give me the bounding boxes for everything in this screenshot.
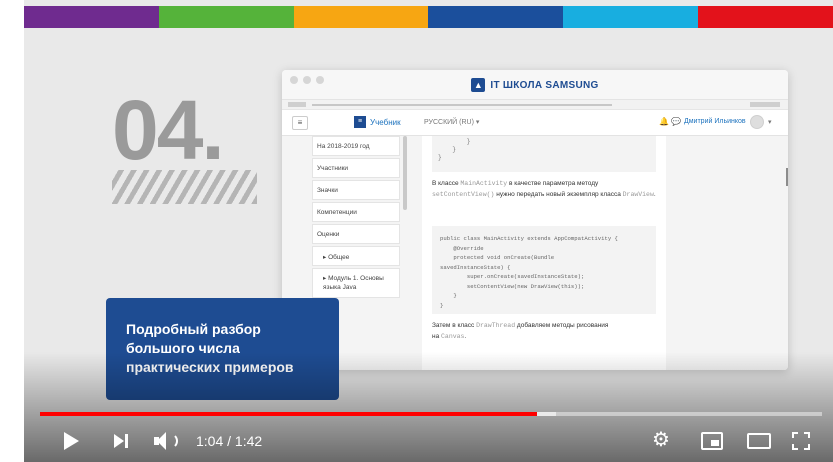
- played-bar: [40, 412, 537, 416]
- inline-code: Canvas: [441, 333, 465, 340]
- site-name: Учебник: [370, 118, 401, 127]
- text: добавляем методы рисования: [515, 322, 609, 329]
- menu-icon: ≡: [292, 116, 308, 130]
- site-logo-icon: ≡: [354, 116, 366, 128]
- miniplayer-icon[interactable]: [701, 432, 723, 450]
- sidebar-item-competencies: Компетенции: [312, 202, 400, 222]
- color-stripe: [563, 6, 699, 28]
- graduation-cap-icon: ▲: [471, 78, 486, 92]
- inline-code: setContentView(): [432, 191, 495, 198]
- next-icon[interactable]: [114, 432, 132, 450]
- text: на: [432, 333, 442, 340]
- sidebar-scrollbar: [403, 136, 407, 210]
- sidebar-item-module-1: ▸ Модуль 1. Основы языка Java: [312, 268, 400, 298]
- paragraph-1: В классе MainActivity в качестве парамет…: [432, 178, 658, 200]
- video-frame[interactable]: 04. ▲ IT ШКОЛА SAMSUNG ≡ ≡ Учебник РУССК…: [24, 0, 833, 462]
- time-display: 1:04 / 1:42: [196, 433, 263, 449]
- color-stripe: [428, 6, 564, 28]
- browser-body: На 2018-2019 год Участники Значки Компет…: [282, 136, 788, 370]
- color-stripes: [24, 6, 833, 28]
- chat-icon: 💬: [671, 117, 681, 126]
- sidebar-item-participants: Участники: [312, 158, 400, 178]
- sidebar-item-general: ▸ Общее: [312, 246, 400, 266]
- language-selector: РУССКИЙ (RU) ▾: [424, 119, 480, 126]
- inline-code: DrawView: [622, 191, 654, 198]
- gear-icon[interactable]: ⚙: [652, 428, 670, 452]
- browser-actions: [750, 102, 780, 107]
- avatar: [750, 115, 764, 129]
- browser-window: ▲ IT ШКОЛА SAMSUNG ≡ ≡ Учебник РУССКИЙ (…: [282, 70, 788, 370]
- color-stripe: [24, 6, 159, 28]
- color-stripe: [158, 6, 294, 28]
- moodle-navbar: ≡ ≡ Учебник РУССКИЙ (RU) ▾ 🔔 💬 Дмитрий И…: [282, 110, 788, 136]
- play-icon[interactable]: [64, 432, 79, 450]
- text: В классе: [432, 180, 461, 187]
- chevron-down-icon: ▾: [768, 119, 772, 126]
- caption-line: Подробный разбор: [126, 321, 261, 337]
- brand-title: IT ШКОЛА SAMSUNG: [490, 79, 599, 91]
- inline-code: MainActivity: [460, 180, 508, 187]
- user-name: Дмитрий Ильинков: [684, 118, 746, 125]
- volume-icon[interactable]: [154, 430, 180, 452]
- slide-number: 04.: [112, 83, 225, 177]
- bell-icon: 🔔: [659, 117, 669, 126]
- lesson-content: } } } В классе MainActivity в качестве п…: [422, 136, 666, 370]
- caption-box: Подробный разбор большого числа практиче…: [106, 298, 339, 400]
- sidebar-item-badges: Значки: [312, 180, 400, 200]
- color-stripe: [698, 6, 833, 28]
- code-line: }: [438, 138, 471, 145]
- sidebar-item-grades: Оценки: [312, 224, 400, 244]
- text: нужно передать новый экземпляр класса: [494, 191, 623, 198]
- text: .: [653, 191, 656, 198]
- text: Затем в класс: [432, 322, 477, 329]
- brand-header: ▲ IT ШКОЛА SAMSUNG: [282, 78, 788, 92]
- sidebar-item-course: На 2018-2019 год: [312, 136, 400, 156]
- progress-bar[interactable]: [40, 412, 822, 416]
- text: в качестве параметра методу: [507, 180, 599, 187]
- theater-mode-icon[interactable]: [747, 433, 771, 449]
- text: .: [464, 333, 467, 340]
- url-line: [312, 104, 612, 106]
- caption-line: практических примеров: [126, 359, 294, 375]
- color-stripe: [293, 6, 429, 28]
- code-block-main: public class MainActivity extends AppCom…: [432, 226, 656, 314]
- right-pane: [666, 136, 788, 370]
- code-block-top: } } }: [432, 136, 656, 172]
- page-scrollbar: [786, 168, 788, 186]
- caption-line: большого числа: [126, 340, 240, 356]
- paragraph-2: Затем в класс DrawThread добавляем метод…: [432, 320, 658, 342]
- fullscreen-icon[interactable]: [792, 432, 810, 450]
- player-controls: 1:04 / 1:42 ⚙: [24, 420, 833, 462]
- hatch-decoration: [112, 170, 257, 204]
- nav-buttons: [288, 102, 306, 107]
- code-line: }: [438, 154, 442, 161]
- inline-code: DrawThread: [476, 322, 516, 329]
- browser-titlebar: ▲ IT ШКОЛА SAMSUNG: [282, 70, 788, 100]
- address-bar: [282, 100, 788, 110]
- code-line: }: [438, 146, 457, 153]
